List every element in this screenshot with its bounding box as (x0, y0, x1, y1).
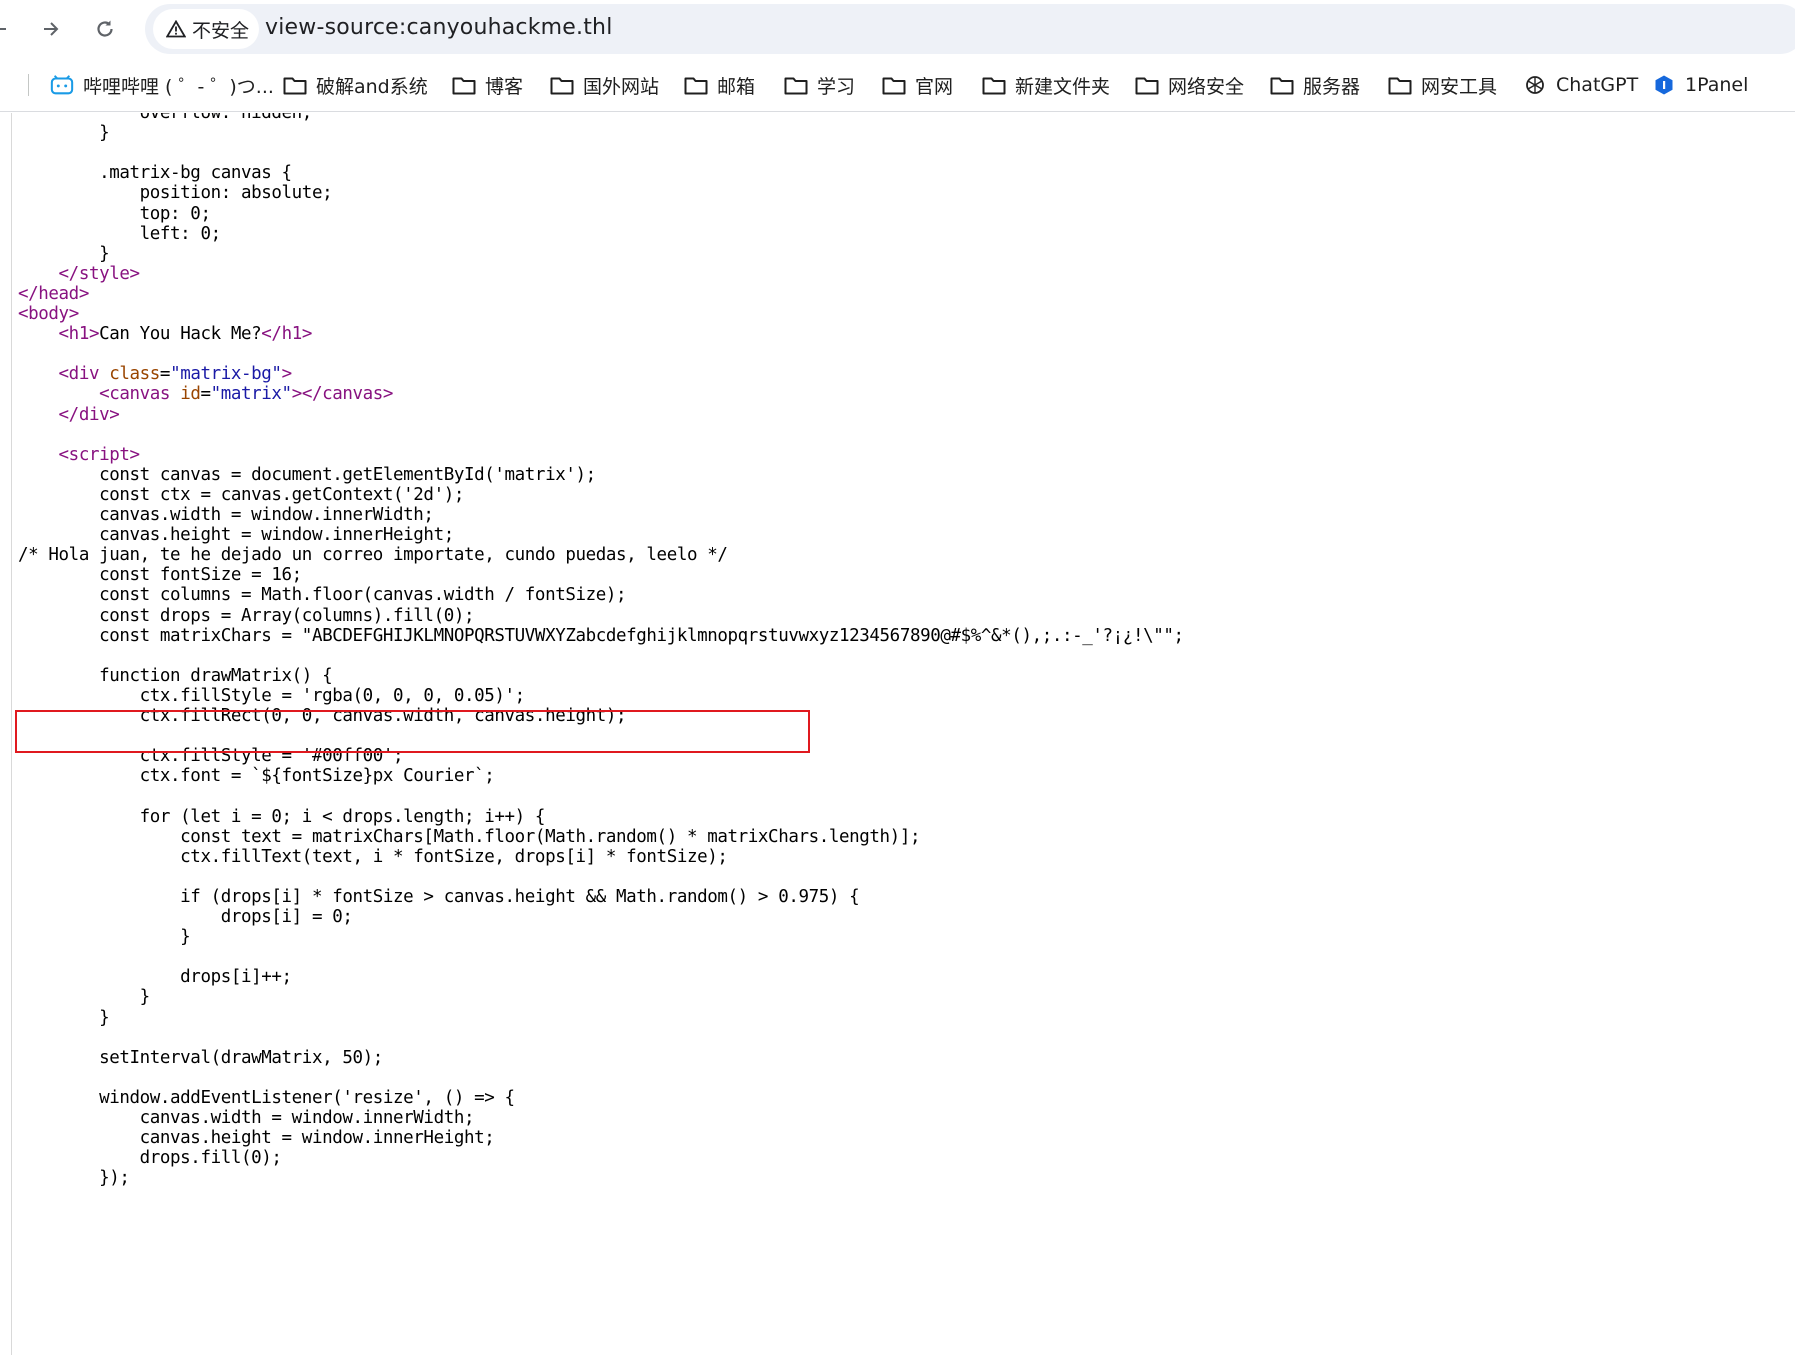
bookmark-label: 1Panel (1685, 74, 1749, 96)
source-line: ctx.font = `${fontSize}px Courier`; (18, 766, 495, 787)
folder-icon (1135, 74, 1159, 96)
back-button[interactable] (0, 8, 20, 50)
folder-icon (550, 74, 574, 96)
bookmark-label: 官网 (915, 75, 954, 98)
chatgpt-icon (1523, 74, 1547, 96)
folder-icon (982, 74, 1006, 96)
folder-icon (882, 74, 906, 96)
source-line: } (18, 927, 191, 948)
folder-icon (784, 74, 808, 96)
folder-icon (452, 74, 476, 96)
source-line: <h1>Can You Hack Me?</h1> (58, 324, 313, 345)
bookmark-item[interactable]: 网络安全 (1135, 70, 1244, 100)
reload-button[interactable] (84, 8, 126, 50)
source-line: }); (18, 1168, 130, 1189)
bookmark-item[interactable]: 国外网站 (550, 70, 659, 100)
bookmark-item[interactable]: 破解and系统 (283, 70, 428, 100)
folder-icon (1270, 74, 1294, 96)
apps-grid-icon[interactable] (0, 73, 6, 95)
bookmark-label: 国外网站 (583, 75, 660, 98)
line-number-gutter (0, 113, 12, 1355)
url-text[interactable]: view-source:canyouhackme.thl (265, 15, 613, 40)
arrow-right-icon (44, 22, 59, 36)
folder-icon (684, 74, 708, 96)
bookmark-item[interactable]: 服务器 (1270, 70, 1360, 100)
bilibili-icon (50, 74, 74, 96)
bookmarks-bar: 哔哩哔哩 ( ゜- ゜)つ... 破解and系统 博客 国外网站 邮箱 学习 官网 新建文件夹… (0, 58, 1795, 112)
bookmarks-divider (28, 74, 29, 96)
source-line: const matrixChars = "ABCDEFGHIJKLMNOPQRS… (18, 625, 1184, 646)
bookmark-item[interactable]: 邮箱 (684, 70, 755, 100)
folder-icon (1388, 74, 1412, 96)
source-line: ctx.fillRect(0, 0, canvas.width, canvas.… (18, 706, 627, 726)
bookmark-label: 网安工具 (1421, 75, 1498, 98)
bookmark-label: ChatGPT (1556, 74, 1639, 96)
bookmark-label: 邮箱 (717, 75, 756, 98)
bookmark-item[interactable]: 哔哩哔哩 ( ゜- ゜)つ... (50, 70, 274, 100)
bookmark-item[interactable]: 网安工具 (1388, 70, 1497, 100)
bookmark-label: 博客 (485, 75, 524, 98)
address-bar[interactable]: 不安全 view-source:canyouhackme.thl (145, 4, 1795, 54)
bookmark-item[interactable]: ChatGPT (1523, 70, 1638, 100)
bookmark-label: 哔哩哔哩 ( ゜- ゜)つ... (83, 75, 274, 98)
source-line: } (18, 123, 110, 144)
source-line: setInterval(drawMatrix, 50); (18, 1047, 383, 1068)
bookmark-item[interactable]: 学习 (784, 70, 855, 100)
source-line: ctx.fillText(text, i * fontSize, drops[i… (18, 846, 728, 867)
bookmark-label: 破解and系统 (316, 75, 428, 98)
browser-toolbar: 不安全 view-source:canyouhackme.thl (0, 0, 1795, 58)
bookmark-item[interactable]: 新建文件夹 (982, 70, 1110, 100)
security-label: 不安全 (192, 19, 250, 42)
view-source-content: overflow: hidden; } .matrix-bg canvas { … (0, 113, 1795, 1355)
bookmark-label: 网络安全 (1168, 75, 1245, 98)
bookmark-label: 学习 (817, 75, 856, 98)
bookmark-label: 服务器 (1303, 75, 1361, 98)
bookmark-item[interactable]: 1Panel (1652, 70, 1748, 100)
reload-icon (97, 20, 113, 37)
bookmark-item[interactable]: 官网 (882, 70, 953, 100)
folder-icon (283, 74, 307, 96)
source-line: </div> (58, 404, 120, 425)
bookmark-label: 新建文件夹 (1015, 75, 1111, 98)
source-line: } (18, 1007, 110, 1028)
warning-triangle-icon (166, 20, 186, 38)
arrow-left-icon (0, 28, 6, 30)
forward-button[interactable] (30, 8, 72, 50)
1panel-icon (1652, 74, 1676, 96)
bookmark-item[interactable]: 博客 (452, 70, 523, 100)
site-security-chip[interactable]: 不安全 (153, 9, 259, 49)
